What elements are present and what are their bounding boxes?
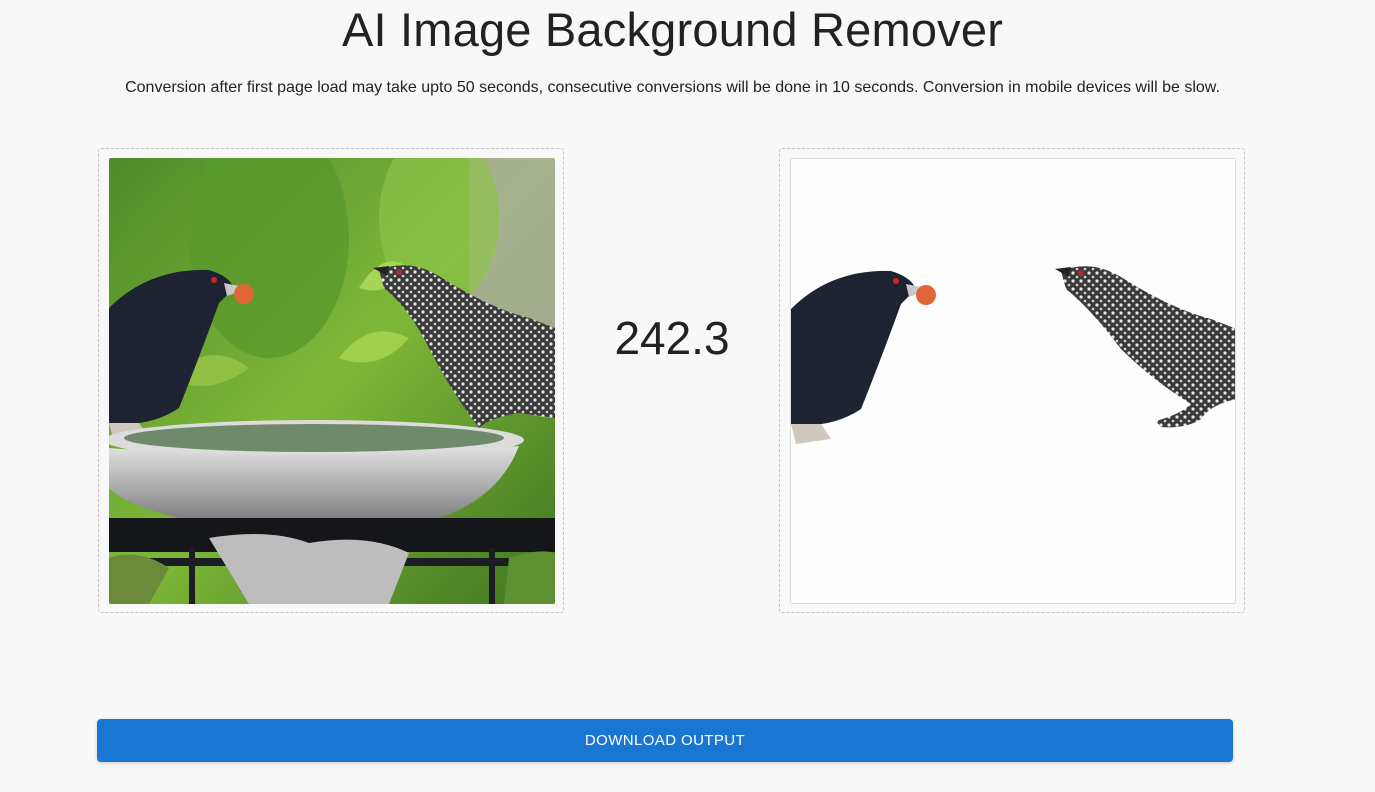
page-subtitle: Conversion after first page load may tak… [125,79,1220,96]
page-title: AI Image Background Remover [341,3,1004,56]
output-image [790,158,1236,604]
app-page: AI Image Background Remover Conversion a… [0,0,1375,792]
input-image [109,158,555,604]
output-photo-birds [791,159,1235,603]
download-output-button[interactable]: DOWNLOAD OUTPUT [97,719,1233,762]
input-image-dropzone[interactable] [98,148,564,613]
conversion-time: 242.3 [614,312,730,364]
output-image-dropzone [779,148,1245,613]
input-photo-birds [109,158,555,604]
